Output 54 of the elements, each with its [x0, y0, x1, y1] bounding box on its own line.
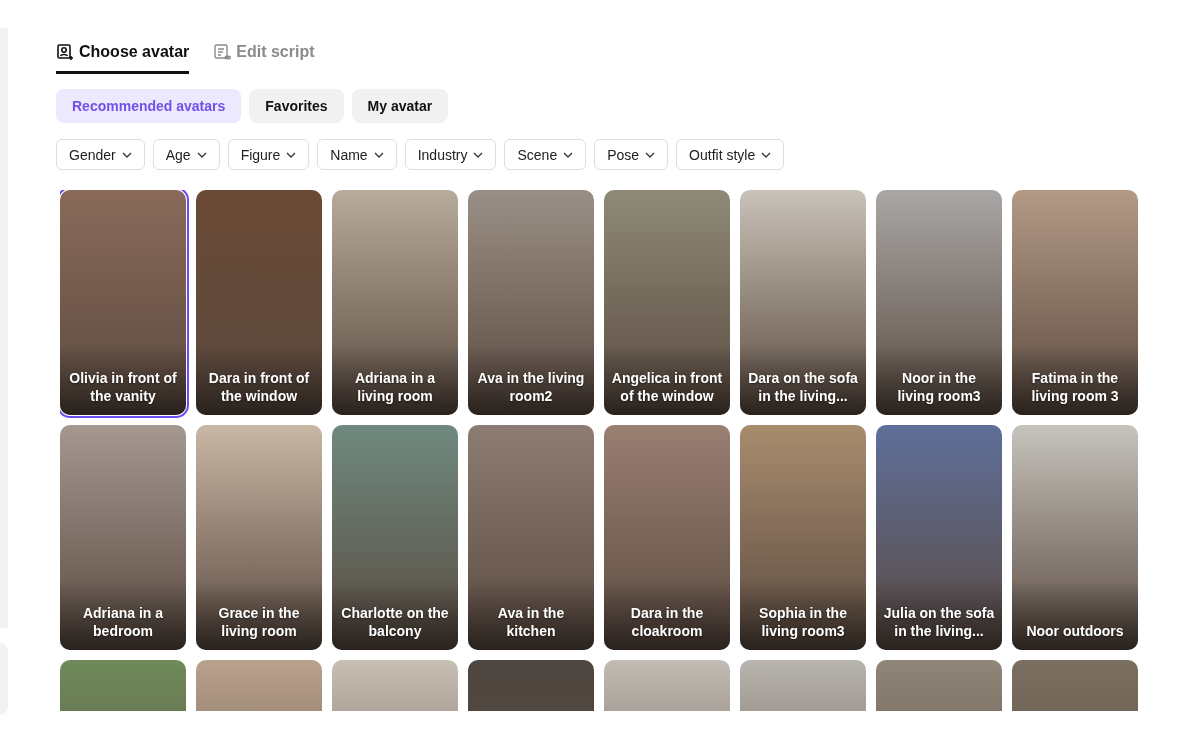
avatar-icon: [56, 43, 74, 61]
chevron-down-icon: [121, 151, 132, 158]
avatar-card[interactable]: Adriana in a living room: [332, 190, 458, 415]
avatar-card[interactable]: Dara in front of the window: [196, 190, 322, 415]
filter-dropdown[interactable]: Pose: [594, 139, 669, 170]
avatar-card[interactable]: Ava in the kitchen: [468, 425, 594, 650]
avatar-name: Angelica in front of the window: [610, 369, 724, 405]
avatar-name: Ava in the kitchen: [496, 604, 566, 640]
chevron-down-icon: [373, 151, 384, 158]
avatar-name: Noor outdoors: [1025, 622, 1125, 640]
document-icon: [213, 43, 232, 61]
avatar-card[interactable]: Adriana in a bedroom: [60, 425, 186, 650]
chevron-down-icon: [761, 151, 772, 158]
avatar-name: Julia on the sofa in the living...: [882, 604, 996, 640]
avatar-name: Charlotte on the balcony: [340, 604, 450, 640]
avatar-name: Adriana in a living room: [353, 369, 437, 405]
avatar-name: Dara in front of the window: [207, 369, 311, 405]
avatar-name: Dara on the sofa in the living...: [747, 369, 859, 405]
filter-dropdown[interactable]: Gender: [56, 139, 145, 170]
avatar-name: Dara in the cloakroom: [629, 604, 705, 640]
chevron-down-icon: [196, 151, 207, 158]
avatar-name: Ava in the living room2: [476, 369, 586, 405]
avatar-name: Olivia in front of the vanity: [68, 369, 178, 405]
avatar-card[interactable]: Grace in the living room: [196, 425, 322, 650]
avatar-card[interactable]: Sophia in the living room3: [740, 425, 866, 650]
category-tab[interactable]: Recommended avatars: [56, 89, 242, 123]
avatar-card[interactable]: Dara on the sofa in the living...: [740, 190, 866, 415]
chevron-down-icon: [286, 151, 297, 158]
chevron-down-icon: [563, 151, 574, 158]
filter-dropdown[interactable]: Age: [152, 139, 220, 170]
avatar-card[interactable]: Julia on the sofa in the living...: [876, 425, 1002, 650]
avatar-name: Noor in the living room3: [896, 369, 982, 405]
filter-dropdown[interactable]: Name: [317, 139, 397, 170]
chevron-down-icon: [645, 151, 656, 158]
filter-dropdown[interactable]: Outfit style: [676, 139, 785, 170]
filter-dropdown[interactable]: Figure: [227, 139, 310, 170]
tab[interactable]: Choose avatar: [56, 41, 190, 74]
avatar-card[interactable]: Olivia in front of the vanity: [60, 190, 186, 415]
category-tab[interactable]: My avatar: [351, 89, 449, 123]
category-tab[interactable]: Favorites: [249, 89, 344, 123]
avatar-name: Fatima in the living room 3: [1030, 369, 1120, 405]
avatar-card[interactable]: Ava in the living room2: [468, 190, 594, 415]
avatar-card[interactable]: Angelica in front of the window: [604, 190, 730, 415]
avatar-card[interactable]: Dara in the cloakroom: [604, 425, 730, 650]
filter-dropdown[interactable]: Scene: [504, 139, 587, 170]
avatar-card[interactable]: Fatima in the living room 3: [1012, 190, 1138, 415]
avatar-card[interactable]: Charlotte on the balcony: [332, 425, 458, 650]
chevron-down-icon: [473, 151, 484, 158]
avatar-card[interactable]: Noor outdoors: [1012, 425, 1138, 650]
avatar-name: Grace in the living room: [217, 604, 301, 640]
avatar-card[interactable]: Noor in the living room3: [876, 190, 1002, 415]
avatar-name: Adriana in a bedroom: [81, 604, 165, 640]
filter-dropdown[interactable]: Industry: [404, 139, 497, 170]
avatar-name: Sophia in the living room3: [758, 604, 848, 640]
